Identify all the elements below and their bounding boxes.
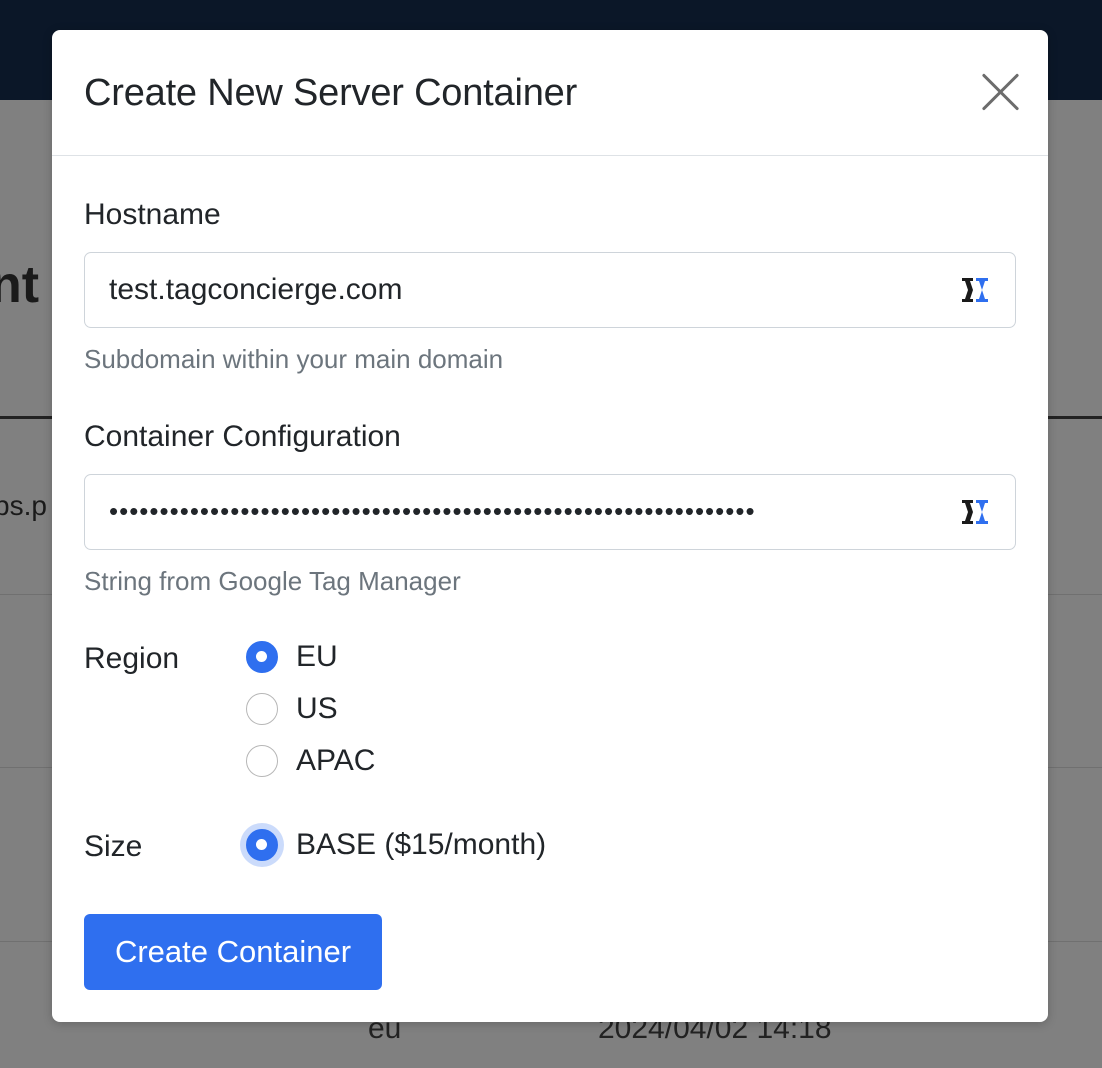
close-icon[interactable]	[982, 74, 1018, 110]
background-heading: nt	[0, 256, 40, 314]
modal-header: Create New Server Container	[52, 30, 1048, 156]
password-manager-icon[interactable]	[961, 499, 989, 525]
size-option-base[interactable]: BASE ($15/month)	[246, 828, 546, 862]
password-manager-icon[interactable]	[961, 277, 989, 303]
region-radio-apac[interactable]	[246, 745, 278, 777]
config-input[interactable]: ••••••••••••••••••••••••••••••••••••••••…	[84, 474, 1016, 550]
region-option-apac[interactable]: APAC	[246, 744, 375, 778]
hostname-label: Hostname	[84, 198, 221, 231]
region-radio-us[interactable]	[246, 693, 278, 725]
create-container-modal: Create New Server Container Hostname tes…	[52, 30, 1048, 1022]
create-container-button[interactable]: Create Container	[84, 914, 382, 990]
config-value: ••••••••••••••••••••••••••••••••••••••••…	[109, 496, 756, 526]
region-option-label: EU	[296, 640, 338, 673]
hostname-input[interactable]: test.tagconcierge.com	[84, 252, 1016, 328]
modal-title: Create New Server Container	[84, 72, 578, 114]
hostname-value: test.tagconcierge.com	[109, 273, 403, 306]
region-option-label: APAC	[296, 744, 376, 777]
size-radio-base[interactable]	[246, 829, 278, 861]
region-label: Region	[84, 642, 180, 675]
background-cell: ps.p	[0, 490, 47, 521]
region-option-label: US	[296, 692, 338, 725]
region-radio-eu[interactable]	[246, 641, 278, 673]
region-option-eu[interactable]: EU	[246, 640, 338, 674]
size-option-label: BASE ($15/month)	[296, 828, 547, 861]
config-label: Container Configuration	[84, 420, 401, 453]
region-option-us[interactable]: US	[246, 692, 338, 726]
config-help: String from Google Tag Manager	[84, 566, 461, 596]
hostname-help: Subdomain within your main domain	[84, 344, 504, 374]
size-label: Size	[84, 830, 143, 863]
